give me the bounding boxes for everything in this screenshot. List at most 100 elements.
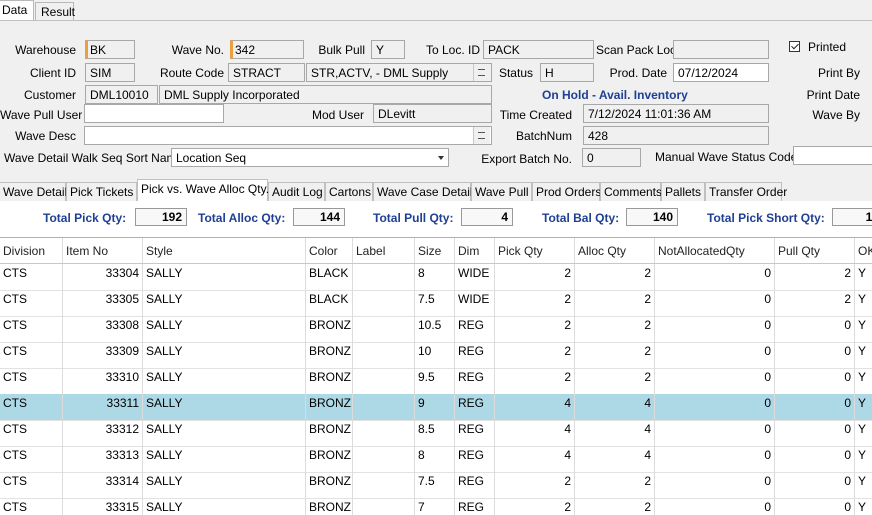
wave-no-field[interactable]: 342: [230, 40, 304, 59]
printed-checkbox[interactable]: [789, 41, 800, 52]
table-row[interactable]: CTS 33304 SALLY BLACK 8 WIDE 2 2 0 2 Y: [0, 264, 872, 291]
table-row[interactable]: CTS 33305 SALLY BLACK 7.5 WIDE 2 2 0 2 Y: [0, 290, 872, 317]
route-code-label: Route Code: [159, 66, 224, 80]
cell-size: 10: [415, 342, 455, 368]
cell-label: [353, 316, 415, 342]
table-row[interactable]: CTS 33313 SALLY BRONZ 8 REG 4 4 0 0 Y: [0, 446, 872, 473]
cell-style: SALLY: [143, 316, 306, 342]
wave-pull-user-label: Wave Pull User: [0, 108, 83, 122]
cell-ok: Y: [855, 316, 872, 342]
cell-style: SALLY: [143, 264, 306, 290]
wave-pull-user-field[interactable]: [84, 104, 224, 123]
cell-pull-qty: 0: [775, 472, 855, 498]
batch-num-field[interactable]: 428: [583, 126, 769, 145]
wave-desc-field[interactable]: [84, 126, 492, 145]
top-tab-data[interactable]: Data: [0, 0, 34, 20]
tab-wave-pull[interactable]: Wave Pull: [471, 182, 532, 201]
cell-not-allocated-qty: 0: [655, 290, 775, 316]
cell-style: SALLY: [143, 472, 306, 498]
cell-color: BRONZ: [306, 368, 353, 394]
tab-prod-orders[interactable]: Prod Orders: [532, 182, 601, 201]
manual-status-field[interactable]: [793, 146, 872, 165]
export-batch-field[interactable]: 0: [582, 148, 641, 167]
column-header-style[interactable]: Style: [143, 238, 306, 263]
table-row[interactable]: CTS 33312 SALLY BRONZ 8.5 REG 4 4 0 0 Y: [0, 420, 872, 447]
column-header-not-allocated-qty[interactable]: NotAllocatedQty: [655, 238, 775, 263]
column-header-division[interactable]: Division: [0, 238, 63, 263]
tab-pick-vs-wave-alloc[interactable]: Pick vs. Wave Alloc Qty.: [137, 179, 269, 201]
column-header-pick-qty[interactable]: Pick Qty: [495, 238, 575, 263]
column-header-size[interactable]: Size: [415, 238, 455, 263]
table-row[interactable]: CTS 33315 SALLY BRONZ 7 REG 2 2 0 0 Y: [0, 498, 872, 515]
customer-code-field[interactable]: DML10010: [85, 85, 158, 104]
bulk-pull-field[interactable]: Y: [371, 40, 405, 59]
tab-wave-detail[interactable]: Wave Detail: [0, 182, 68, 201]
cell-division: CTS: [0, 368, 63, 394]
tab-cartons[interactable]: Cartons: [325, 182, 373, 201]
cell-color: BRONZ: [306, 342, 353, 368]
cell-color: BRONZ: [306, 498, 353, 515]
table-row[interactable]: CTS 33314 SALLY BRONZ 7.5 REG 2 2 0 0 Y: [0, 472, 872, 499]
route-code-field[interactable]: STRACT: [228, 63, 305, 82]
route-desc-field[interactable]: STR,ACTV, - DML Supply: [306, 63, 492, 82]
cell-pick-qty: 2: [495, 290, 575, 316]
cell-pull-qty: 0: [775, 368, 855, 394]
route-desc-scroll[interactable]: [473, 64, 490, 81]
cell-pick-qty: 4: [495, 420, 575, 446]
tab-label: Cartons: [329, 185, 372, 199]
mod-user-field[interactable]: DLevitt: [373, 104, 492, 123]
tab-pick-tickets[interactable]: Pick Tickets: [66, 182, 137, 201]
table-row[interactable]: CTS 33311 SALLY BRONZ 9 REG 4 4 0 0 Y: [0, 394, 872, 421]
column-header-ok[interactable]: OK: [855, 238, 872, 263]
prod-date-field[interactable]: 07/12/2024: [673, 63, 769, 82]
cell-color: BLACK: [306, 290, 353, 316]
tab-label: Wave Pull: [475, 185, 529, 199]
column-header-color[interactable]: Color: [306, 238, 353, 263]
tab-pallets[interactable]: Pallets: [661, 182, 705, 201]
column-header-label[interactable]: Label: [353, 238, 415, 263]
column-header-dim[interactable]: Dim: [455, 238, 495, 263]
table-row[interactable]: CTS 33310 SALLY BRONZ 9.5 REG 2 2 0 0 Y: [0, 368, 872, 395]
sort-name-dropdown[interactable]: Location Seq: [171, 148, 449, 167]
cell-pick-qty: 2: [495, 368, 575, 394]
column-header-alloc-qty[interactable]: Alloc Qty: [575, 238, 655, 263]
cell-not-allocated-qty: 0: [655, 394, 775, 420]
cell-label: [353, 472, 415, 498]
wave-desc-scroll[interactable]: [473, 127, 490, 144]
cell-division: CTS: [0, 290, 63, 316]
to-loc-field[interactable]: PACK: [483, 40, 594, 59]
total-pull-qty-value: 4: [461, 208, 513, 226]
cell-size: 8: [415, 264, 455, 290]
cell-ok: Y: [855, 342, 872, 368]
customer-name-field[interactable]: DML Supply Incorporated: [159, 85, 492, 104]
cell-item-no: 33311: [63, 394, 143, 420]
customer-label: Customer: [23, 88, 76, 102]
client-id-field[interactable]: SIM: [85, 63, 135, 82]
alloc-grid[interactable]: Division Item No Style Color Label Size Dim Pic…: [0, 237, 872, 515]
tab-label: Audit Log: [272, 185, 323, 199]
tab-wave-case-detail[interactable]: Wave Case Detail: [373, 182, 473, 201]
cell-ok: Y: [855, 446, 872, 472]
column-header-pull-qty[interactable]: Pull Qty: [775, 238, 855, 263]
cell-alloc-qty: 2: [575, 290, 655, 316]
tab-comments[interactable]: Comments: [600, 182, 662, 201]
cell-not-allocated-qty: 0: [655, 264, 775, 290]
total-bal-qty-label: Total Bal Qty:: [542, 211, 620, 225]
wave-by-label: Wave By: [812, 108, 860, 122]
sort-name-label: Wave Detail Walk Seq Sort Name: [4, 151, 184, 165]
column-header-item-no[interactable]: Item No: [63, 238, 143, 263]
total-bal-qty-value: 140: [626, 208, 678, 226]
tab-label: Wave Detail: [3, 185, 68, 199]
table-row[interactable]: CTS 33308 SALLY BRONZ 10.5 REG 2 2 0 0 Y: [0, 316, 872, 343]
time-created-field[interactable]: 7/12/2024 11:01:36 AM: [583, 104, 769, 123]
tab-audit-log[interactable]: Audit Log: [268, 182, 325, 201]
warehouse-field[interactable]: BK: [85, 40, 135, 59]
total-alloc-qty-value: 144: [293, 208, 345, 226]
cell-alloc-qty: 2: [575, 342, 655, 368]
tab-transfer-order[interactable]: Transfer Order: [705, 182, 787, 201]
top-tab-result[interactable]: Result: [35, 2, 75, 20]
cell-pick-qty: 2: [495, 264, 575, 290]
status-field[interactable]: H: [540, 63, 594, 82]
scan-pack-loc-field[interactable]: [673, 40, 769, 59]
table-row[interactable]: CTS 33309 SALLY BRONZ 10 REG 2 2 0 0 Y: [0, 342, 872, 369]
